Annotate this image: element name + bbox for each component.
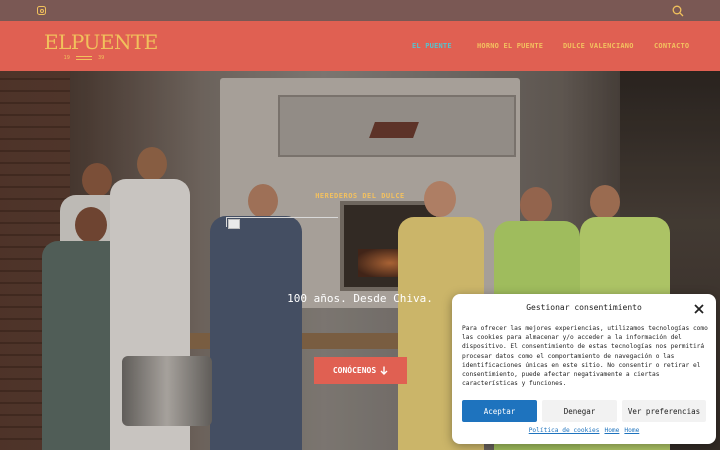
logo-year-right: 39 — [98, 55, 105, 61]
conocenos-label: CONÓCENOS — [332, 366, 377, 375]
arrow-down-icon — [380, 366, 388, 375]
logo-year-left: 19 — [63, 55, 70, 61]
logo-subline: 19 39 — [44, 54, 124, 62]
site-header: ELPUENTE 19 39 EL PUENTE HORNO EL PUENTE… — [0, 21, 720, 71]
wheat-icon — [76, 56, 92, 60]
hero-kicker: HEREDEROS DEL DULCE — [315, 192, 405, 200]
cookie-links: Política de cookies Home Home — [452, 427, 716, 434]
cookie-policy-link[interactable]: Política de cookies — [529, 427, 600, 434]
hero-title: 100 años. Desde Chiva. — [287, 292, 433, 305]
nav-dulce-valenciano[interactable]: DULCE VALENCIANO — [563, 42, 634, 50]
broken-image-placeholder — [226, 217, 338, 229]
cookie-title: Gestionar consentimiento — [526, 303, 642, 312]
home-link[interactable]: Home — [604, 427, 619, 434]
cookie-consent-dialog: Gestionar consentimiento Para ofrecer la… — [452, 294, 716, 444]
nav-el-puente[interactable]: EL PUENTE — [412, 42, 452, 50]
deny-button[interactable]: Denegar — [542, 400, 617, 422]
preferences-button[interactable]: Ver preferencias — [622, 400, 706, 422]
home-link[interactable]: Home — [624, 427, 639, 434]
site-logo[interactable]: ELPUENTE 19 39 — [44, 30, 158, 64]
accept-button[interactable]: Aceptar — [462, 400, 537, 422]
nav-horno-el-puente[interactable]: HORNO EL PUENTE — [477, 42, 543, 50]
close-icon[interactable] — [693, 303, 705, 315]
search-icon[interactable] — [672, 5, 684, 17]
conocenos-button[interactable]: CONÓCENOS — [314, 357, 407, 384]
top-bar — [0, 0, 720, 21]
logo-text: ELPUENTE — [44, 30, 158, 54]
instagram-icon[interactable] — [37, 6, 46, 15]
nav-contacto[interactable]: CONTACTO — [654, 42, 689, 50]
cookie-description: Para ofrecer las mejores experiencias, u… — [462, 325, 708, 388]
